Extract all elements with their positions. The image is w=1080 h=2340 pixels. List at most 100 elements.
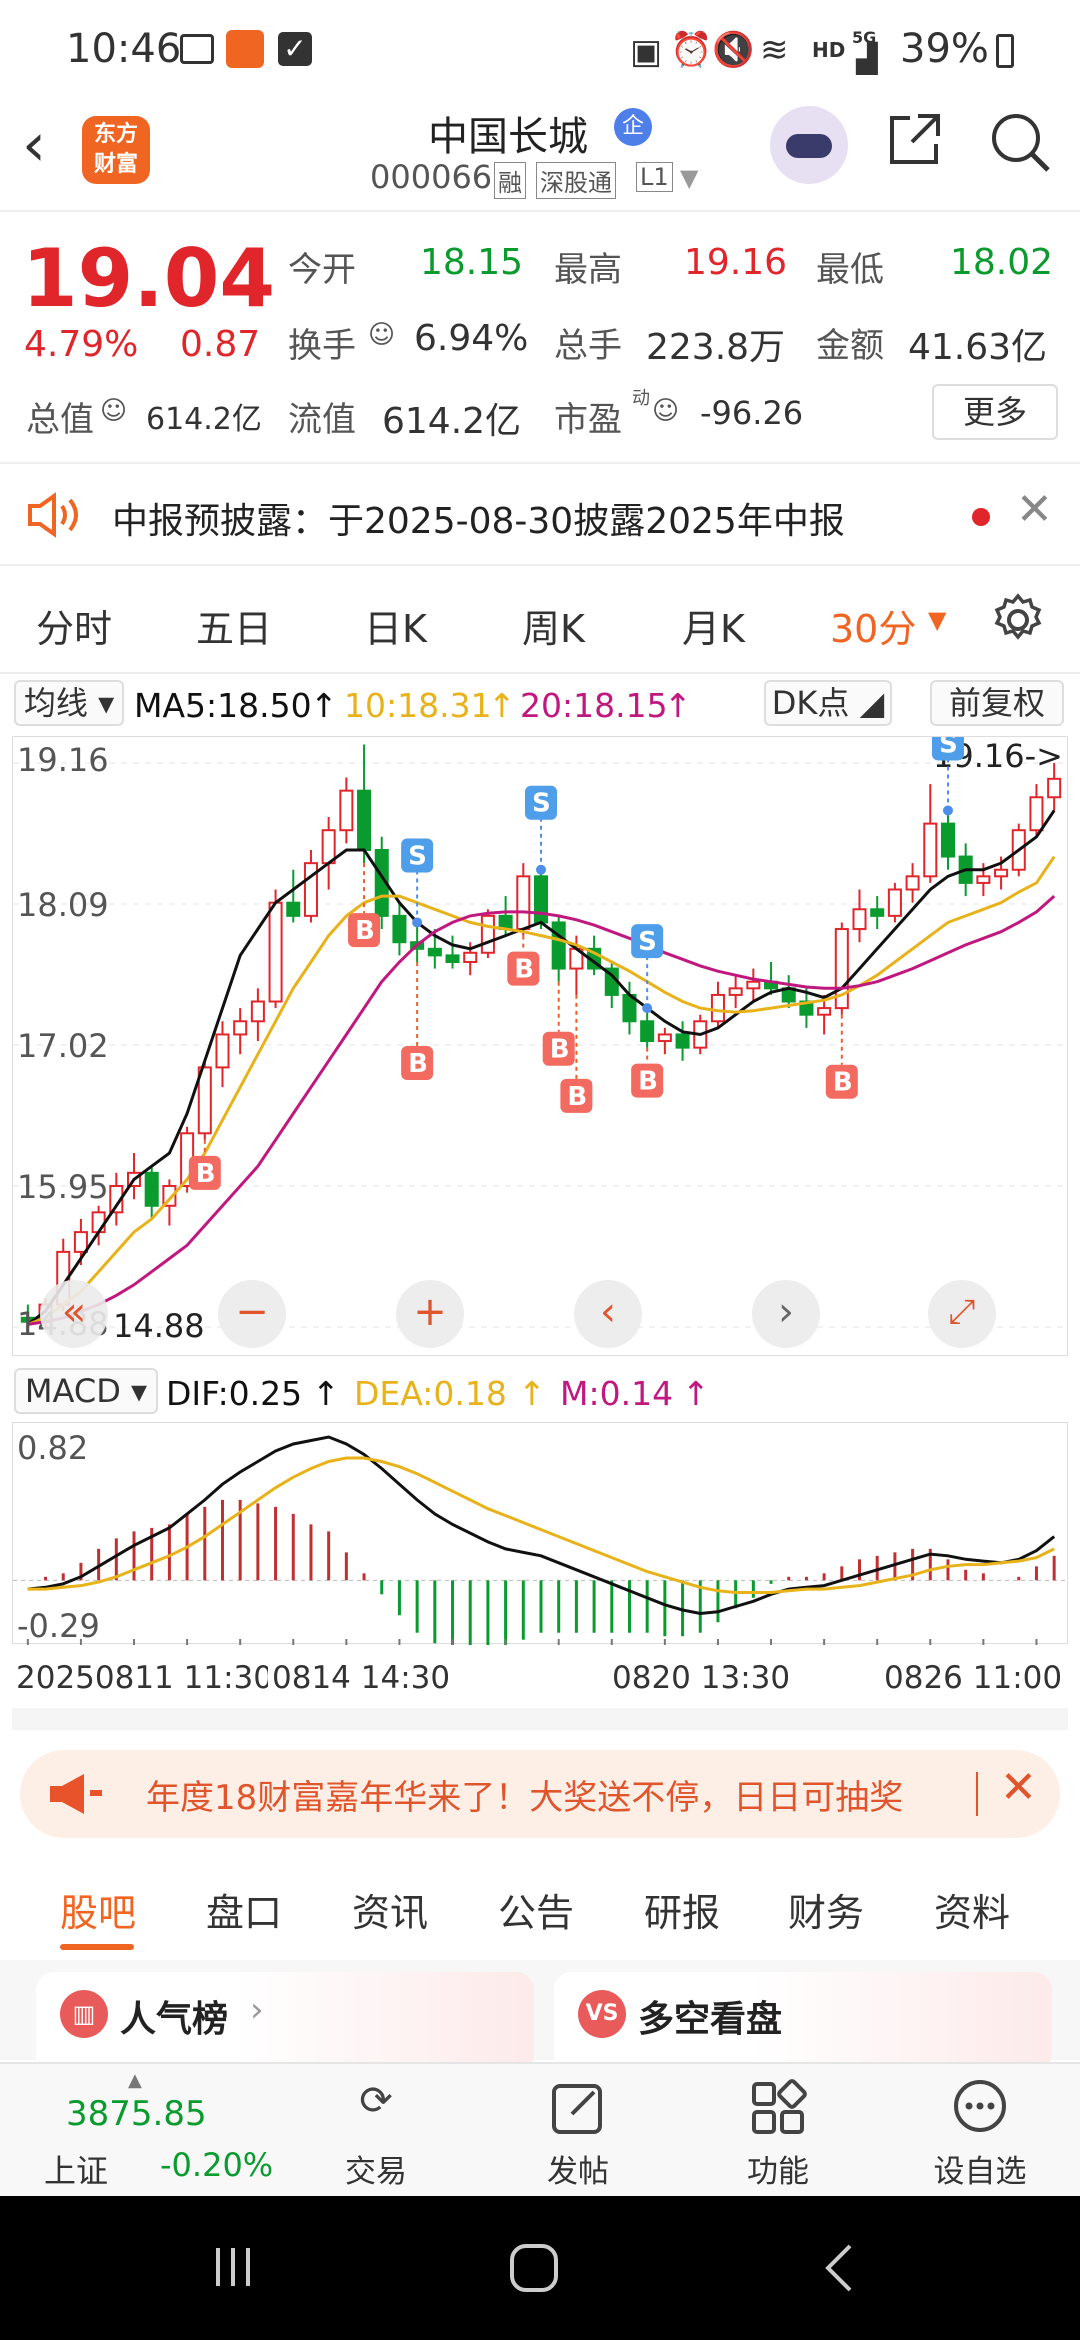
nfc-icon: ▣	[630, 32, 663, 72]
candle-body	[976, 875, 991, 884]
candle-body	[657, 1033, 672, 1043]
back-icon[interactable]: ‹	[22, 110, 46, 180]
indicator-select[interactable]: 均线 ▾	[14, 680, 124, 726]
logo-line1: 东方	[93, 122, 138, 147]
megaphone-icon	[46, 1772, 106, 1816]
chevron-left-icon[interactable]: ‹	[574, 1280, 642, 1348]
indicator-select-label: 均线	[23, 684, 88, 722]
fullscreen-icon[interactable]: ⤢	[928, 1280, 996, 1348]
float-label: 流值	[288, 400, 356, 440]
bull-bear-card[interactable]: VS 多空看盘	[554, 1972, 1052, 2072]
nav-post-label: 发帖	[547, 2154, 609, 2190]
high-value: 19.16	[684, 242, 788, 283]
tab-time-share[interactable]: 分时	[36, 598, 112, 653]
more-button[interactable]: 更多	[932, 384, 1058, 440]
turnover-label: 换手	[288, 326, 356, 366]
edit-icon	[548, 2078, 608, 2138]
arrow-up-icon: ↑	[488, 686, 516, 725]
grid-icon	[748, 2078, 808, 2138]
last-price: 19.04	[22, 232, 276, 325]
kline-chart[interactable]: 19.1618.0917.0215.9514.8819.16->14.88BBB…	[12, 736, 1069, 1357]
nav-functions[interactable]: 功能	[708, 2064, 848, 2198]
tab-five-day[interactable]: 五日	[196, 598, 272, 653]
info-icon[interactable]: ☺	[100, 396, 127, 426]
tab-dropdown-icon[interactable]: ▼	[928, 606, 946, 634]
settings-icon[interactable]	[990, 592, 1046, 648]
tab-research[interactable]: 研报	[644, 1882, 720, 1937]
tab-announcements[interactable]: 公告	[498, 1882, 574, 1937]
dea-value: DEA:0.18	[354, 1374, 507, 1413]
tab-week-k[interactable]: 周K	[522, 598, 585, 653]
ma10-value: 10:18.31	[344, 686, 492, 725]
assistant-avatar[interactable]	[770, 106, 848, 184]
x-label-4: 0826 11:00	[884, 1660, 1063, 1696]
change-amount: 0.87	[180, 324, 261, 365]
candle-body	[73, 1231, 88, 1253]
tab-finance[interactable]: 财务	[788, 1882, 864, 1937]
period-tabs: 分时 五日 日K 周K 月K 30分 ▼	[0, 568, 1080, 674]
share-icon[interactable]	[884, 110, 944, 170]
recent-apps-icon[interactable]	[208, 2242, 258, 2292]
ranking-icon: ▥	[60, 1990, 108, 2038]
zoom-out-icon[interactable]: −	[218, 1280, 286, 1348]
y-tick-label: 15.95	[17, 1168, 109, 1206]
arrow-up-icon: ↑	[664, 686, 692, 725]
promo-banner[interactable]: 年度18财富嘉年华来了！大奖送不停，日日可抽奖 ✕	[20, 1750, 1060, 1838]
home-icon[interactable]	[508, 2242, 560, 2294]
info-icon[interactable]: ☺	[368, 320, 395, 350]
low-label: 最低	[816, 250, 884, 290]
candle-body	[852, 908, 867, 931]
candle-body	[480, 914, 495, 954]
m-value: M:0.14	[560, 1374, 674, 1413]
candle-body	[144, 1171, 159, 1207]
buy-signal-label: B	[355, 916, 375, 946]
nav-trade[interactable]: ⟳ 交易	[306, 2064, 446, 2198]
alarm-icon: ⏰	[670, 30, 713, 70]
search-icon[interactable]	[988, 110, 1054, 176]
macd-select[interactable]: MACD ▾	[14, 1368, 158, 1414]
ma20-value: 20:18.15	[520, 686, 668, 725]
nav-custom-watchlist[interactable]: 设自选	[910, 2064, 1050, 2198]
index-change: -0.20%	[160, 2146, 274, 2184]
zoom-in-icon[interactable]: +	[396, 1280, 464, 1348]
index-ticker[interactable]: ▲ 3875.85 上证 -0.20%	[0, 2064, 300, 2198]
dk-point-button[interactable]: DK点 ◢	[764, 680, 892, 726]
app-logo[interactable]: 东方 财富	[82, 116, 150, 184]
candle-body	[675, 1033, 690, 1049]
volume-label: 总手	[554, 326, 622, 366]
close-icon[interactable]: ✕	[1016, 484, 1053, 535]
index-value: 3875.85	[66, 2094, 207, 2134]
notice-bar[interactable]: 中报预披露：于2025-08-30披露2025年中报 ✕	[0, 462, 1080, 566]
close-icon[interactable]: ✕	[1000, 1762, 1037, 1813]
candle-body	[339, 789, 354, 832]
chart-scroll-left-icon[interactable]: «	[40, 1280, 108, 1348]
sell-signal-dot	[412, 917, 423, 928]
popularity-card[interactable]: ▥ 人气榜 ›	[36, 1972, 534, 2072]
candle-body	[905, 875, 920, 891]
nav-post[interactable]: 发帖	[508, 2064, 648, 2198]
dropdown-icon[interactable]: ▼	[680, 164, 698, 192]
chevron-right-icon[interactable]: ›	[752, 1280, 820, 1348]
pe-value: -96.26	[700, 394, 804, 432]
tab-day-k[interactable]: 日K	[364, 598, 427, 653]
back-nav-icon[interactable]	[820, 2242, 860, 2294]
macd-legend: MACD ▾ DIF:0.25 ↑ DEA:0.18 ↑ M:0.14 ↑	[0, 1366, 1080, 1422]
tab-profile[interactable]: 资料	[934, 1882, 1010, 1937]
tab-month-k[interactable]: 月K	[682, 598, 745, 653]
buy-signal-label: B	[638, 1067, 658, 1097]
macd-select-label: MACD	[24, 1372, 121, 1410]
kline-svg[interactable]: 19.1618.0917.0215.9514.8819.16->14.88BBB…	[13, 737, 1069, 1357]
stock-header: ‹ 东方 财富 中国长城 企 000066 融 深股通 L1 ▼	[0, 100, 1080, 212]
adjust-button[interactable]: 前复权	[930, 680, 1064, 726]
info-icon[interactable]: ☺	[652, 396, 679, 426]
macd-y-tick-label: 0.82	[17, 1429, 88, 1467]
low-price-label: 14.88	[113, 1307, 205, 1345]
arrow-up-icon: ↑	[310, 686, 338, 725]
tab-orderbook[interactable]: 盘口	[206, 1882, 282, 1937]
tab-30min[interactable]: 30分	[830, 598, 916, 653]
tab-news[interactable]: 资讯	[352, 1882, 428, 1937]
macd-chart[interactable]: 0.82 -0.29	[12, 1422, 1069, 1645]
pe-label: 市盈	[554, 400, 622, 440]
dea-line	[27, 1456, 1055, 1594]
tab-guba[interactable]: 股吧	[60, 1882, 136, 1937]
